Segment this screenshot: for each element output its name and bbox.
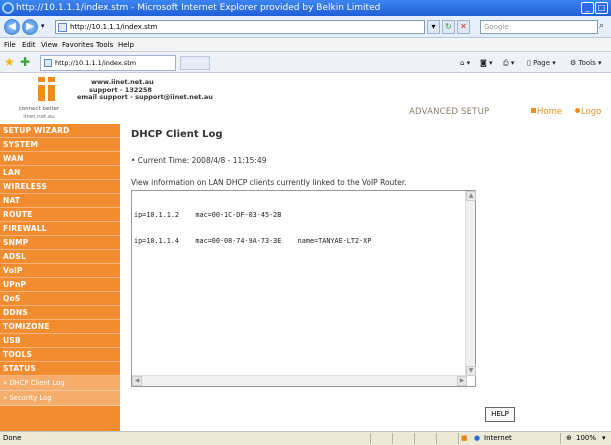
zoom-dropdown-icon[interactable]: ▾ [602,432,606,445]
print-icon[interactable]: ⎙ ▾ [503,57,514,69]
menu-file[interactable]: File [4,38,16,52]
tab-title: http://10.1.1.1/index.stm [55,59,137,67]
feeds-icon[interactable]: ◙ ▾ [480,57,493,69]
zoom-level[interactable]: 100% [576,432,596,445]
advanced-setup-label: ADVANCED SETUP [409,107,490,117]
window-titlebar: http://10.1.1.1/index.stm - Microsoft In… [0,0,611,16]
zone-text: Internet [484,434,512,442]
protected-mode-icon: ■ [461,434,468,442]
logo-site: iinet.net.au [23,114,55,120]
sidebar-subitem-security-log[interactable]: » Security Log [0,391,120,406]
maximize-button[interactable]: □ [595,2,608,14]
stop-icon[interactable]: ✕ [457,20,470,34]
tab-page-icon [44,59,52,67]
sidebar-item-route[interactable]: ROUTE [0,208,120,222]
logo-caption: connect better [18,106,60,112]
scroll-right-icon[interactable]: ▶ [457,376,467,386]
iinet-logo [34,77,70,103]
contact-info: www.iinet.net.au support - 132258 email … [77,78,213,102]
info-text: View information on LAN DHCP clients cur… [131,178,407,187]
url-text: http://10.1.1.1/index.stm [70,23,158,31]
menu-help[interactable]: Help [118,38,134,52]
sidebar-item-nat[interactable]: NAT [0,194,120,208]
sidebar-item-setup-wizard[interactable]: SETUP WIZARD [0,124,120,138]
zoom-icon[interactable]: ⊕ [566,432,572,445]
menu-view[interactable]: View [41,38,58,52]
refresh-icon[interactable]: ↻ [442,20,455,34]
home-icon[interactable]: ⌂ ▾ [460,57,470,69]
search-icon[interactable]: ⌕ [599,20,611,34]
sidebar-item-lan[interactable]: LAN [0,166,120,180]
nav-dropdown-icon[interactable]: ▾ [41,22,45,30]
logout-link[interactable]: Logo [575,107,601,117]
home-link[interactable]: Home [531,107,562,117]
sidebar-subitem-dhcp-client-log[interactable]: » DHCP Client Log [0,376,120,391]
window-title: http://10.1.1.1/index.stm - Microsoft In… [16,3,381,13]
horizontal-scrollbar[interactable]: ◀ ▶ [132,375,467,386]
sidebar-item-snmp[interactable]: SNMP [0,236,120,250]
page-icon [58,23,67,32]
sidebar-item-tomizone[interactable]: TOMIZONE [0,320,120,334]
sidebar-item-wireless[interactable]: WIRELESS [0,180,120,194]
search-placeholder: Google [484,23,509,31]
address-bar: ◀ ▶ ▾ http://10.1.1.1/index.stm ▾ ↻ ✕ Go… [0,16,611,38]
add-favorites-icon[interactable]: ✚ [20,55,30,69]
status-bar: Done ■ ● Internet ⊕ 100% ▾ [0,431,611,445]
sidebar-item-upnp[interactable]: UPnP [0,278,120,292]
sidebar-item-wan[interactable]: WAN [0,152,120,166]
back-arrow-icon[interactable]: ◀ [4,19,20,35]
vertical-scrollbar[interactable]: ▲ ▼ [465,191,476,376]
contact-email: email support - support@iinet.net.au [77,93,213,101]
sidebar-item-voip[interactable]: VoIP [0,264,120,278]
scroll-down-icon[interactable]: ▼ [466,366,476,376]
log-line: ip=10.1.1.4 mac=00-08-74-9A-73-3E name=T… [134,236,372,245]
dhcp-log-textarea[interactable]: ip=10.1.1.2 mac=00-1C-DF-03-45-2B ip=10.… [131,190,476,387]
router-header: connect better iinet.net.au www.iinet.ne… [0,73,611,124]
tab-bar: ★ ✚ http://10.1.1.1/index.stm ⌂ ▾ ◙ ▾ ⎙ … [0,52,611,73]
sidebar-item-ddns[interactable]: DDNS [0,306,120,320]
help-button[interactable]: HELP [485,407,515,422]
sidebar-item-tools[interactable]: TOOLS [0,348,120,362]
sidebar-item-adsl[interactable]: ADSL [0,250,120,264]
status-text: Done [3,434,22,442]
sidebar-item-system[interactable]: SYSTEM [0,138,120,152]
sidebar-item-firewall[interactable]: FIREWALL [0,222,120,236]
sidebar-nav: SETUP WIZARD SYSTEM WAN LAN WIRELESS NAT… [0,124,120,431]
favorites-star-icon[interactable]: ★ [4,55,15,69]
sidebar-item-usb[interactable]: USB [0,334,120,348]
menu-tools[interactable]: Tools [96,38,113,52]
menu-favorites[interactable]: Favorites [62,38,94,52]
scroll-up-icon[interactable]: ▲ [466,191,476,201]
url-dropdown-icon[interactable]: ▾ [427,20,440,34]
web-page: connect better iinet.net.au www.iinet.ne… [0,73,611,431]
current-time: • Current Time: 2008/4/8 - 11:15:49 [131,156,267,165]
scroll-left-icon[interactable]: ◀ [132,376,142,386]
ie-icon [2,2,14,14]
browser-tab[interactable]: http://10.1.1.1/index.stm [40,55,176,71]
home-bullet-icon [531,108,536,113]
new-tab-button[interactable] [180,56,210,70]
url-input[interactable]: http://10.1.1.1/index.stm [55,20,425,34]
main-content: DHCP Client Log • Current Time: 2008/4/8… [120,124,611,431]
page-menu[interactable]: ▯ Page ▾ [527,57,556,69]
forward-arrow-icon[interactable]: ▶ [22,19,38,35]
log-line: ip=10.1.1.2 mac=00-1C-DF-03-45-2B [134,211,282,219]
tools-menu[interactable]: ⚙ Tools ▾ [570,57,602,69]
page-title: DHCP Client Log [131,129,223,140]
search-input[interactable]: Google [480,20,598,34]
minimize-button[interactable]: _ [581,2,594,14]
menu-bar: File Edit View Favorites Tools Help [0,38,611,52]
sidebar-item-status[interactable]: STATUS [0,362,120,376]
menu-edit[interactable]: Edit [22,38,36,52]
globe-icon: ● [474,434,481,442]
logout-bullet-icon [575,108,580,113]
sidebar-item-qos[interactable]: QoS [0,292,120,306]
log-lines: ip=10.1.1.2 mac=00-1C-DF-03-45-2B ip=10.… [134,194,371,262]
